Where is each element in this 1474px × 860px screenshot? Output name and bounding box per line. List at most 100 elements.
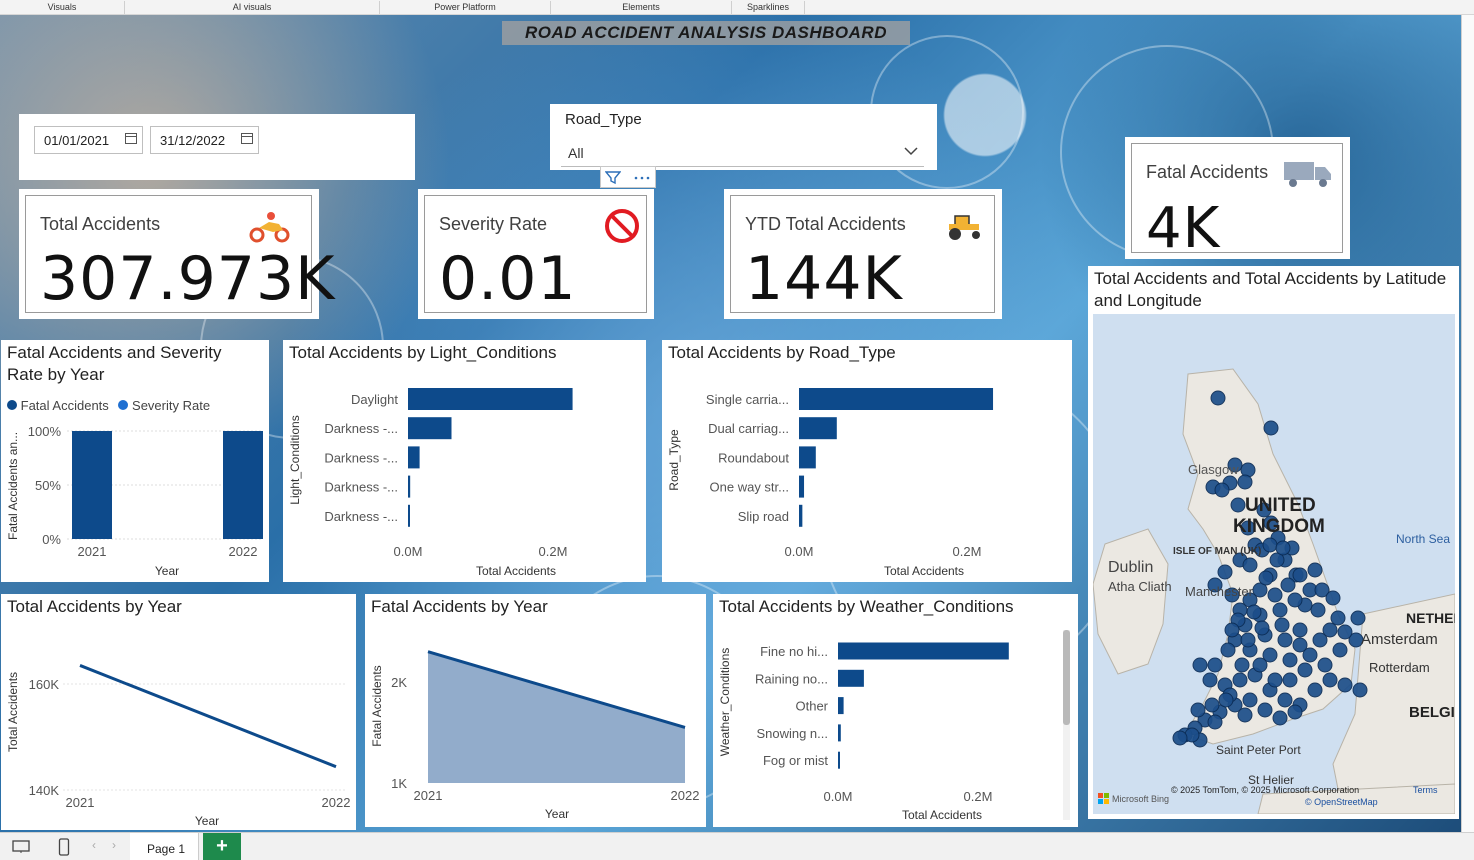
map-point[interactable] [1258, 570, 1274, 586]
kpi-fatal-accidents[interactable]: Fatal Accidents 4K [1125, 137, 1350, 261]
ribbon-group-elements[interactable]: Elements [551, 1, 732, 14]
map-point[interactable] [1267, 672, 1283, 688]
chart-road-type[interactable]: Total Accidents by Road_Type Road_Type 0… [662, 340, 1072, 582]
mobile-view-icon[interactable] [58, 838, 70, 856]
map-point[interactable] [1234, 657, 1250, 673]
bar[interactable] [799, 388, 994, 410]
bar[interactable] [799, 417, 837, 440]
map-point[interactable] [1277, 632, 1293, 648]
map-point[interactable] [1242, 557, 1258, 573]
map-point[interactable] [1272, 710, 1288, 726]
end-date-field[interactable]: 31/12/2022 [150, 126, 259, 154]
tab-page-1[interactable]: Page 1 [130, 833, 199, 860]
map-visual[interactable]: Total Accidents and Total Accidents by L… [1088, 266, 1459, 819]
chart-fatal-severity[interactable]: Fatal Accidents and Severity Rate by Yea… [1, 340, 269, 582]
map-point[interactable] [1287, 592, 1303, 608]
map-point[interactable] [1172, 730, 1188, 746]
bar[interactable] [799, 475, 805, 498]
desktop-view-icon[interactable] [12, 840, 30, 854]
road-type-dropdown[interactable]: All [561, 137, 924, 167]
start-date-field[interactable]: 01/01/2021 [34, 126, 143, 154]
map-point[interactable] [1280, 577, 1296, 593]
bar[interactable] [838, 697, 844, 715]
chart-light-conditions[interactable]: Total Accidents by Light_Conditions Ligh… [283, 340, 646, 582]
map-point[interactable] [1190, 702, 1206, 718]
ribbon-group-ai-visuals[interactable]: AI visuals [125, 1, 380, 14]
map-point[interactable] [1350, 610, 1366, 626]
map-point[interactable] [1220, 642, 1236, 658]
map-point[interactable] [1292, 567, 1308, 583]
map-point[interactable] [1312, 632, 1328, 648]
map-point[interactable] [1237, 707, 1253, 723]
chart-weather-conditions[interactable]: Total Accidents by Weather_Conditions We… [713, 594, 1078, 827]
bar[interactable] [838, 642, 1009, 660]
map-point[interactable] [1292, 622, 1308, 638]
chart-total-by-year[interactable]: Total Accidents by Year Total Accidents … [1, 594, 356, 830]
calendar-icon[interactable] [125, 133, 137, 144]
map-point[interactable] [1257, 702, 1273, 718]
map-point[interactable] [1332, 642, 1348, 658]
map-point[interactable] [1337, 677, 1353, 693]
map-point[interactable] [1210, 390, 1226, 406]
map-point[interactable] [1217, 564, 1233, 580]
map-point[interactable] [1240, 632, 1256, 648]
map-point[interactable] [1352, 682, 1368, 698]
map-point[interactable] [1232, 672, 1248, 688]
map-point[interactable] [1267, 587, 1283, 603]
map-point[interactable] [1263, 420, 1279, 436]
prev-page-icon[interactable]: ‹ [92, 838, 96, 852]
bar[interactable] [799, 504, 803, 527]
map-point[interactable] [1254, 620, 1270, 636]
kpi-total-accidents[interactable]: Total Accidents 307.973K [19, 189, 334, 319]
map-point[interactable] [1317, 657, 1333, 673]
map-point[interactable] [1322, 672, 1338, 688]
series-line[interactable] [79, 664, 337, 769]
map-point[interactable] [1325, 590, 1341, 606]
map-point[interactable] [1230, 497, 1246, 513]
map-point[interactable] [1330, 610, 1346, 626]
map-point[interactable] [1262, 537, 1278, 553]
next-page-icon[interactable]: › [112, 838, 116, 852]
map-point[interactable] [1297, 662, 1313, 678]
ribbon-group-power-platform[interactable]: Power Platform [380, 1, 551, 14]
map-point[interactable] [1282, 672, 1298, 688]
more-options-icon[interactable] [633, 170, 651, 185]
map-osm-link[interactable]: © OpenStreetMap [1305, 797, 1378, 807]
ribbon-group-visuals[interactable]: Visuals [0, 1, 125, 14]
filters-pane-edge[interactable] [1461, 15, 1474, 832]
bar[interactable] [838, 751, 840, 769]
bar[interactable] [408, 446, 420, 469]
bar[interactable] [408, 388, 573, 410]
map-point[interactable] [1204, 697, 1220, 713]
map-point[interactable] [1252, 657, 1268, 673]
map-point[interactable] [1275, 540, 1291, 556]
chart-fatal-by-year[interactable]: Fatal Accidents by Year Fatal Accidents … [365, 594, 706, 827]
map-point[interactable] [1192, 657, 1208, 673]
bar[interactable] [223, 431, 263, 539]
map-point[interactable] [1274, 617, 1290, 633]
scrollbar-thumb[interactable] [1063, 630, 1070, 725]
map-point[interactable] [1224, 622, 1240, 638]
map-point[interactable] [1292, 637, 1308, 653]
calendar-icon[interactable] [241, 133, 253, 144]
bar[interactable] [72, 431, 112, 539]
bar[interactable] [838, 724, 841, 742]
map-point[interactable] [1218, 692, 1234, 708]
bar[interactable] [408, 475, 411, 498]
map-point[interactable] [1277, 692, 1293, 708]
map-point[interactable] [1307, 682, 1323, 698]
map-point[interactable] [1246, 604, 1262, 620]
map-point[interactable] [1337, 624, 1353, 640]
bar[interactable] [838, 669, 864, 687]
map-point[interactable] [1207, 657, 1223, 673]
map-point[interactable] [1282, 652, 1298, 668]
map-point[interactable] [1207, 714, 1223, 730]
map-point[interactable] [1272, 602, 1288, 618]
map-point[interactable] [1237, 474, 1253, 490]
kpi-severity-rate[interactable]: Severity Rate 0.01 [418, 189, 654, 319]
map-canvas[interactable]: UNITED KINGDOM Glasgow ISLE OF MAN (UK) … [1093, 314, 1455, 814]
filter-icon[interactable] [605, 170, 621, 185]
map-terms-link[interactable]: Terms [1413, 785, 1438, 795]
map-point[interactable] [1202, 672, 1218, 688]
ribbon-group-sparklines[interactable]: Sparklines [732, 1, 805, 14]
